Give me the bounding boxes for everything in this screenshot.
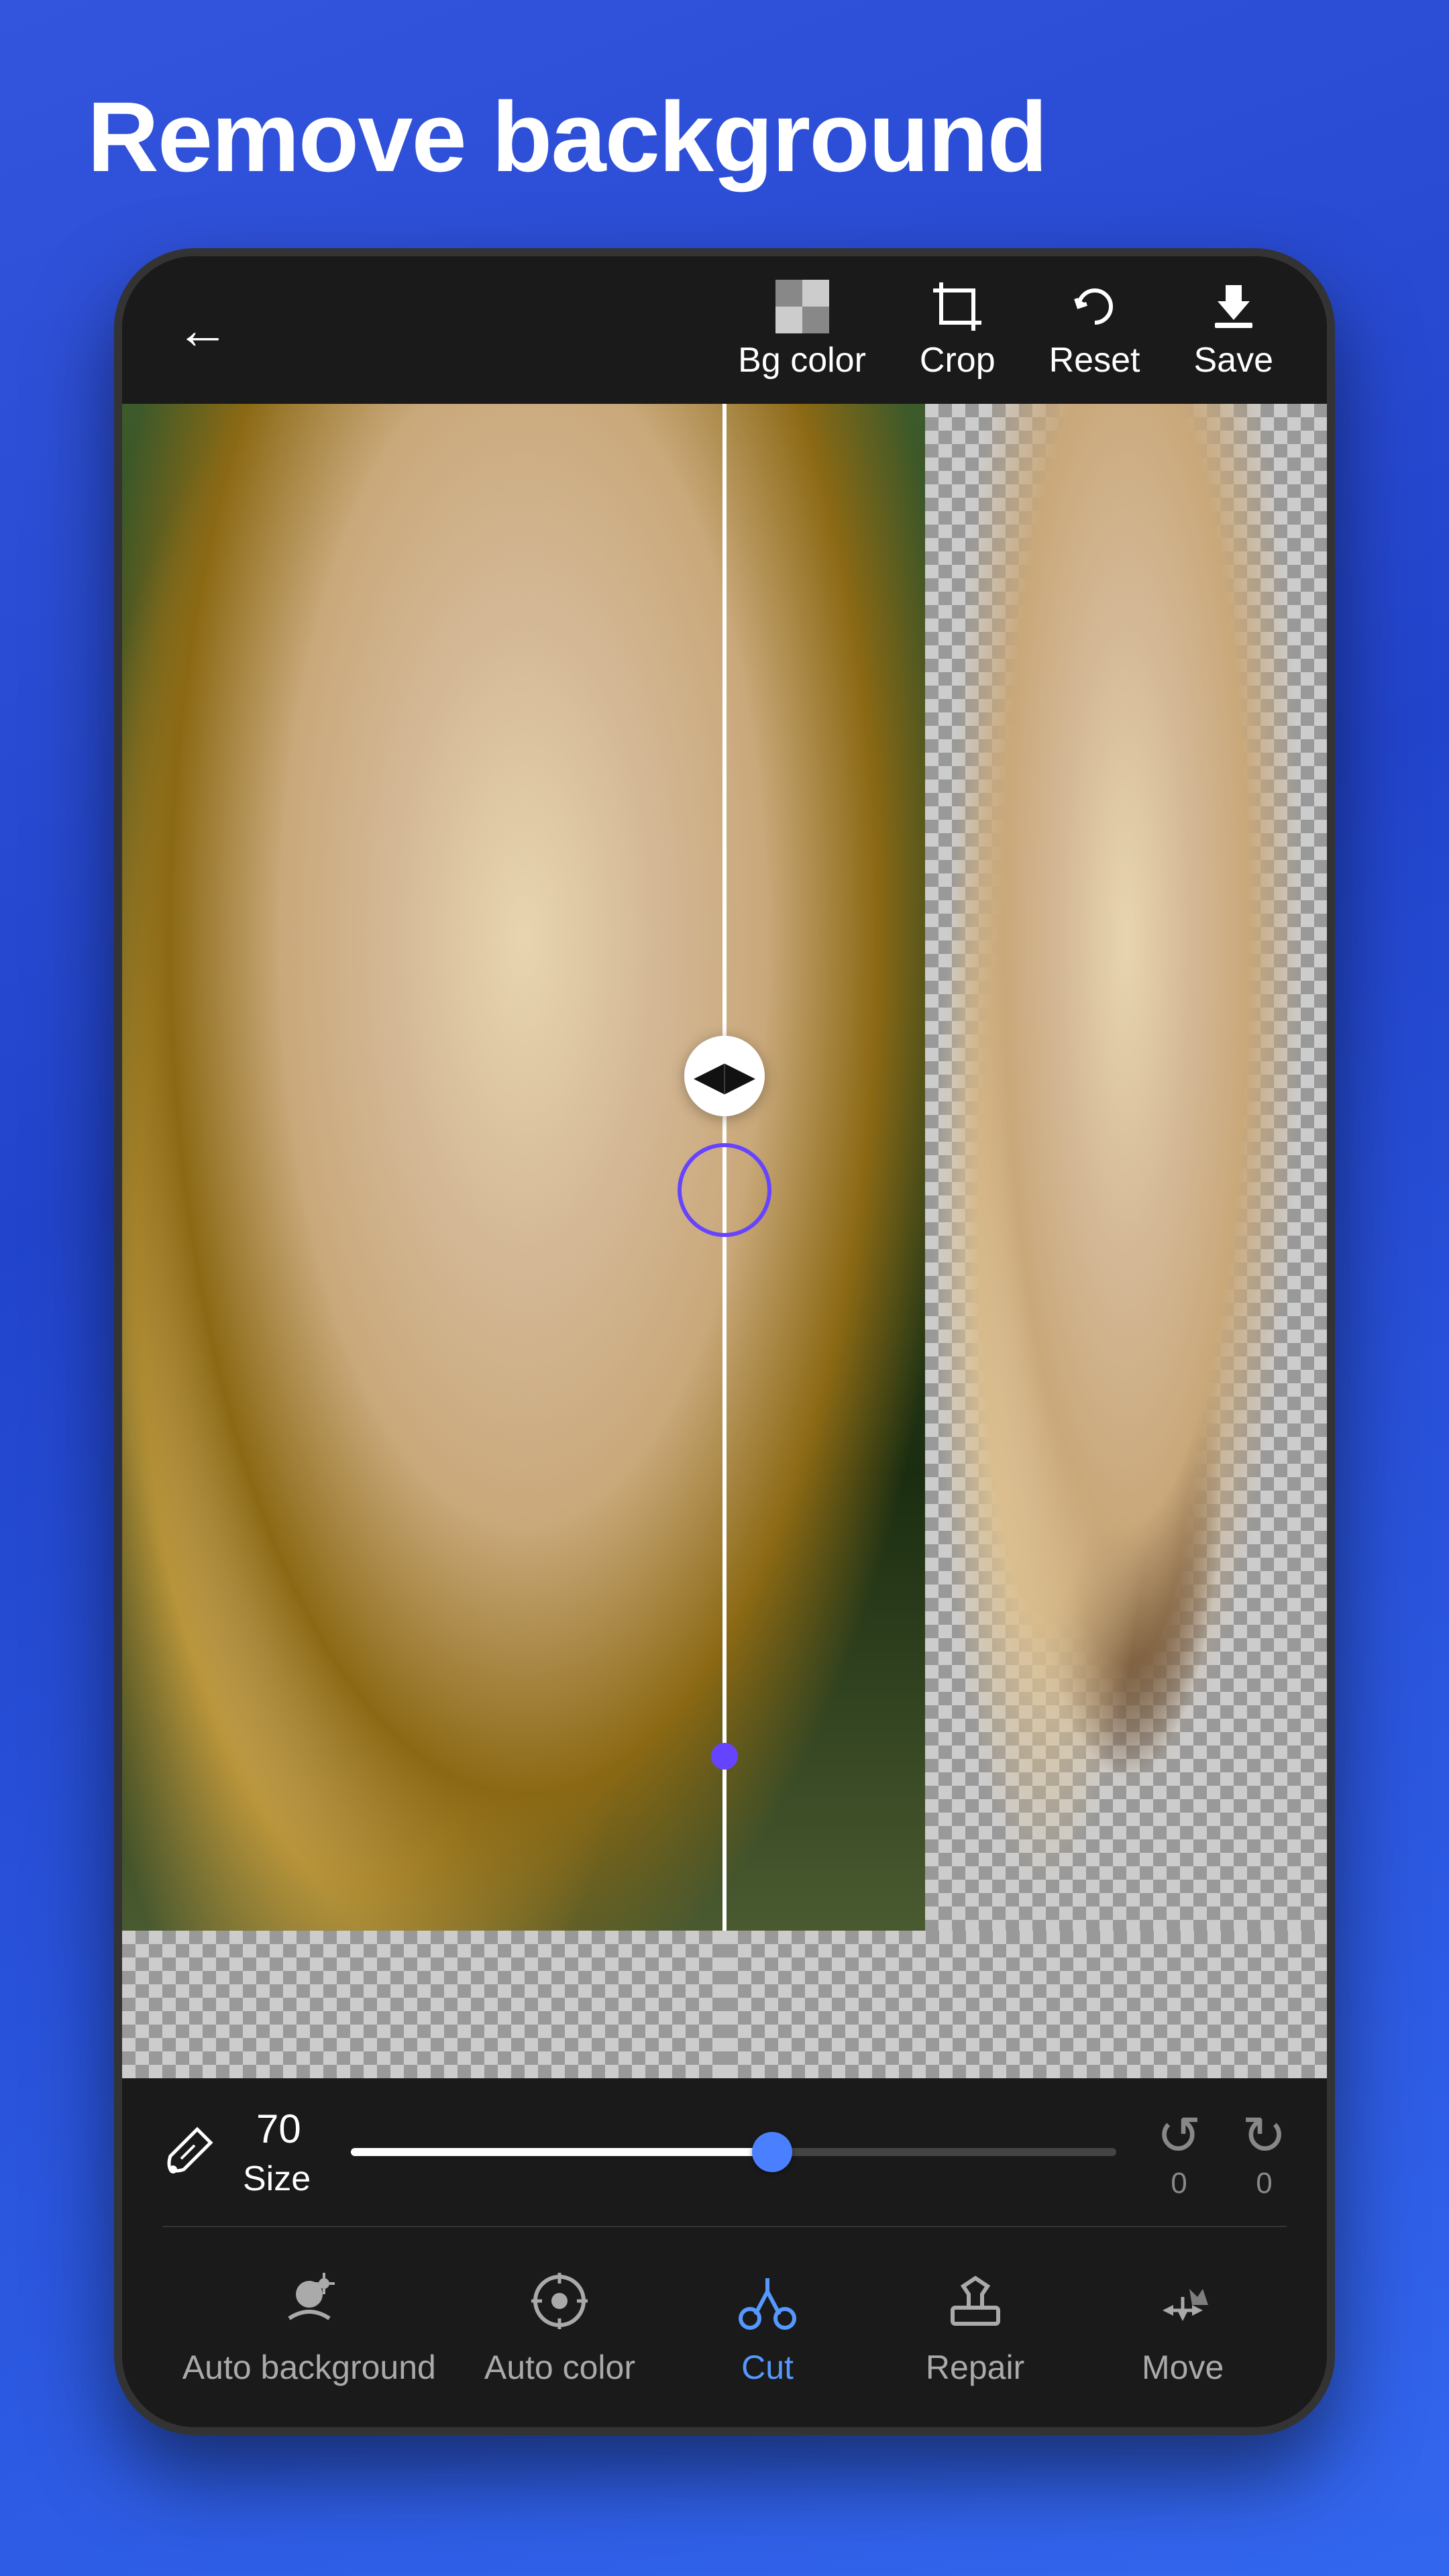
drag-arrows-icon: ◀▶ — [694, 1056, 755, 1096]
redo-icon: ↻ — [1242, 2104, 1287, 2167]
position-indicator — [711, 1622, 738, 1770]
phone-shell: ← Bg color — [114, 248, 1335, 2435]
repair-label: Repair — [926, 2348, 1024, 2387]
bg-color-button[interactable]: Bg color — [738, 280, 866, 380]
toolbar-actions: Bg color Crop Reset — [738, 280, 1273, 380]
brush-icon-wrap — [162, 2124, 216, 2181]
cut-label: Cut — [741, 2348, 794, 2387]
crop-button[interactable]: Crop — [920, 280, 996, 380]
bottom-strip — [122, 1931, 1327, 2078]
page-title: Remove background — [87, 80, 1362, 195]
auto-color-icon — [526, 2267, 593, 2334]
subject-layer — [925, 404, 1327, 1931]
original-image — [122, 404, 925, 1931]
brush-radius-indicator — [678, 1143, 771, 1237]
slider-thumb — [752, 2132, 792, 2172]
undo-redo-group: ↺ 0 ↻ 0 — [1157, 2104, 1287, 2200]
size-row: 70 Size ↺ 0 ↻ 0 — [162, 2078, 1287, 2226]
bg-color-label: Bg color — [738, 340, 866, 380]
auto-color-tool[interactable]: Auto color — [476, 2267, 643, 2387]
drag-circle: ◀▶ — [684, 1036, 765, 1116]
checker-icon — [775, 280, 829, 333]
reset-icon — [1068, 280, 1122, 333]
undo-icon: ↺ — [1157, 2104, 1201, 2167]
repair-icon — [942, 2267, 1009, 2334]
reset-label: Reset — [1049, 340, 1140, 380]
redo-count: 0 — [1256, 2167, 1272, 2200]
size-slider[interactable] — [351, 2148, 1116, 2156]
cut-tool[interactable]: Cut — [684, 2267, 851, 2387]
size-label: Size — [243, 2159, 311, 2199]
auto-background-label: Auto background — [182, 2348, 436, 2387]
controls-panel: 70 Size ↺ 0 ↻ 0 — [122, 2078, 1327, 2427]
move-tool[interactable]: Move — [1099, 2267, 1267, 2387]
move-label: Move — [1142, 2348, 1224, 2387]
size-value: 70 — [256, 2106, 301, 2152]
save-label: Save — [1193, 340, 1273, 380]
brush-icon — [162, 2124, 216, 2178]
bottom-strip-left — [122, 1931, 724, 2078]
toolbar: ← Bg color — [122, 256, 1327, 404]
image-area: ◀▶ — [122, 404, 1327, 1931]
auto-color-label: Auto color — [484, 2348, 635, 2387]
slider-fill — [351, 2148, 771, 2156]
save-icon — [1207, 280, 1260, 333]
auto-background-tool[interactable]: Auto background — [182, 2267, 436, 2387]
back-button[interactable]: ← — [176, 299, 229, 361]
undo-button[interactable]: ↺ 0 — [1157, 2104, 1201, 2200]
save-button[interactable]: Save — [1193, 280, 1273, 380]
removed-bg-image — [925, 404, 1327, 1931]
redo-button[interactable]: ↻ 0 — [1242, 2104, 1287, 2200]
split-drag-handle[interactable]: ◀▶ — [678, 1036, 771, 1237]
cut-icon — [734, 2267, 801, 2334]
reset-button[interactable]: Reset — [1049, 280, 1140, 380]
auto-background-icon — [276, 2267, 343, 2334]
crop-icon — [930, 280, 984, 333]
move-icon — [1149, 2267, 1216, 2334]
undo-count: 0 — [1171, 2167, 1187, 2200]
app-background: Remove background ← Bg color — [0, 0, 1449, 2576]
crop-label: Crop — [920, 340, 996, 380]
bottom-strip-right — [724, 1931, 1327, 2078]
repair-tool[interactable]: Repair — [892, 2267, 1059, 2387]
tool-bar: Auto background Auto color — [162, 2226, 1287, 2427]
